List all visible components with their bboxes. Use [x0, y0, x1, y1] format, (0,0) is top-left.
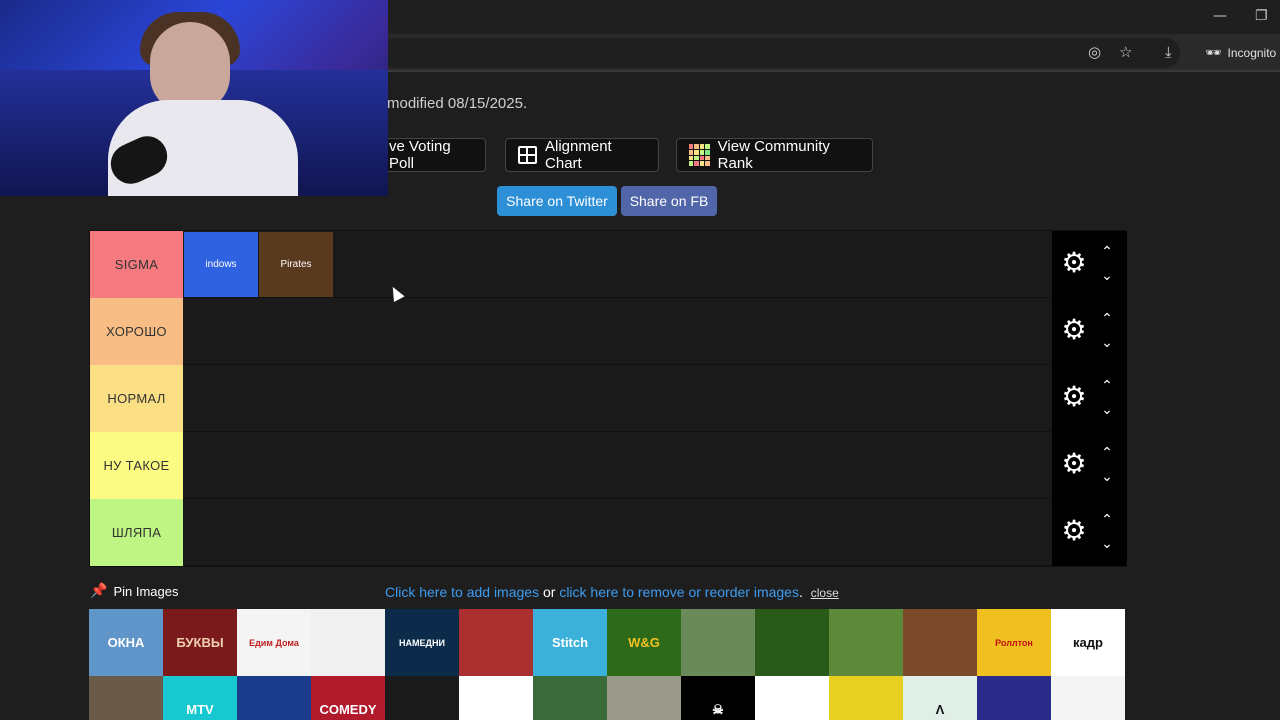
- minimize-button[interactable]: —: [1213, 8, 1227, 24]
- grid-icon: [518, 146, 538, 164]
- pool-image[interactable]: Едим Дома: [237, 609, 311, 676]
- pool-image[interactable]: [89, 676, 163, 720]
- share-facebook-button[interactable]: Share on FB: [621, 186, 717, 216]
- tier-row: НОРМАЛ ⚙ ⌃ ⌄: [90, 365, 1127, 432]
- close-link[interactable]: close: [811, 586, 839, 600]
- tier-row: SIGMA ⚙ ⌃ ⌄ indows Pirates: [90, 231, 1127, 298]
- pool-image[interactable]: [533, 676, 607, 720]
- chevron-down-icon[interactable]: ⌄: [1098, 470, 1116, 484]
- image-pool: ОКНА БУКВЫ Едим Дома НАМЕДНИ Stitch W&G Роллто…: [89, 609, 1126, 720]
- pool-image[interactable]: [459, 609, 533, 676]
- image-links: Click here to add images or click here t…: [385, 584, 839, 600]
- incognito-indicator[interactable]: 🕶 Incognito: [1195, 37, 1277, 69]
- pool-image[interactable]: [755, 676, 829, 720]
- tier-row: ХОРОШО ⚙ ⌃ ⌄: [90, 298, 1127, 365]
- chevron-down-icon[interactable]: ⌄: [1098, 537, 1116, 551]
- voting-poll-label: ve Voting Poll: [389, 138, 451, 172]
- download-icon[interactable]: ⤓: [1165, 43, 1172, 61]
- webcam-overlay: [0, 0, 388, 196]
- gear-icon[interactable]: ⚙: [1060, 316, 1088, 344]
- pool-image[interactable]: [459, 676, 533, 720]
- chevron-up-icon[interactable]: ⌃: [1098, 513, 1116, 527]
- pool-image[interactable]: [237, 676, 311, 720]
- pool-image[interactable]: MTV: [163, 676, 237, 720]
- pool-image[interactable]: Stitch: [533, 609, 607, 676]
- gear-icon[interactable]: ⚙: [1060, 249, 1088, 277]
- pool-image[interactable]: [755, 609, 829, 676]
- pool-image[interactable]: Роллтон: [977, 609, 1051, 676]
- pool-image[interactable]: [977, 676, 1051, 720]
- tier-controls: ⚙ ⌃ ⌄: [1052, 499, 1127, 566]
- tier-controls: ⚙ ⌃ ⌄: [1052, 365, 1127, 432]
- alignment-chart-label: Alignment Chart: [545, 138, 612, 172]
- tier-controls: ⚙ ⌃ ⌄: [1052, 298, 1127, 365]
- rank-grid-icon: [689, 144, 710, 166]
- period-text: .: [798, 584, 803, 600]
- tier-controls: ⚙ ⌃ ⌄: [1052, 432, 1127, 499]
- chevron-up-icon[interactable]: ⌃: [1098, 312, 1116, 326]
- gear-icon[interactable]: ⚙: [1060, 517, 1088, 545]
- pool-image[interactable]: [385, 676, 459, 720]
- tier-label[interactable]: ШЛЯПА: [90, 499, 183, 566]
- pool-image[interactable]: [1051, 676, 1125, 720]
- chevron-down-icon[interactable]: ⌄: [1098, 403, 1116, 417]
- tier-row: ШЛЯПА ⚙ ⌃ ⌄: [90, 499, 1127, 566]
- pool-image[interactable]: кадр: [1051, 609, 1125, 676]
- or-text: or: [539, 584, 560, 600]
- chevron-down-icon[interactable]: ⌄: [1098, 336, 1116, 350]
- add-images-link[interactable]: Click here to add images: [385, 584, 539, 600]
- modified-date: modified 08/15/2025.: [387, 95, 528, 112]
- tier-label[interactable]: НОРМАЛ: [90, 365, 183, 432]
- tier-item-pirates-caribbean[interactable]: Pirates: [259, 232, 333, 297]
- star-icon[interactable]: ☆: [1119, 43, 1132, 61]
- pin-icon: 📌: [90, 583, 108, 599]
- pin-images-toggle[interactable]: 📌 Pin Images: [90, 583, 178, 599]
- tier-item-windows-xp[interactable]: indows: [184, 232, 258, 297]
- address-bar[interactable]: [380, 38, 1180, 68]
- pool-image[interactable]: COMEDY: [311, 676, 385, 720]
- pool-image[interactable]: [311, 609, 385, 676]
- pool-image[interactable]: НАМЕДНИ: [385, 609, 459, 676]
- pool-image[interactable]: [829, 676, 903, 720]
- pool-image[interactable]: [829, 609, 903, 676]
- community-rank-button[interactable]: View Community Rank: [676, 138, 873, 172]
- chevron-up-icon[interactable]: ⌃: [1098, 379, 1116, 393]
- pool-image[interactable]: Λ: [903, 676, 977, 720]
- chevron-up-icon[interactable]: ⌃: [1098, 245, 1116, 259]
- restore-button[interactable]: ❐: [1255, 8, 1268, 24]
- remove-reorder-link[interactable]: click here to remove or reorder images: [559, 584, 799, 600]
- community-rank-label: View Community Rank: [717, 138, 830, 172]
- tier-row: НУ ТАКОЕ ⚙ ⌃ ⌄: [90, 432, 1127, 499]
- chevron-up-icon[interactable]: ⌃: [1098, 446, 1116, 460]
- pool-image[interactable]: [607, 676, 681, 720]
- gear-icon[interactable]: ⚙: [1060, 450, 1088, 478]
- share-twitter-button[interactable]: Share on Twitter: [497, 186, 617, 216]
- eye-off-icon[interactable]: ◎: [1088, 43, 1101, 61]
- gear-icon[interactable]: ⚙: [1060, 383, 1088, 411]
- pool-image[interactable]: W&G: [607, 609, 681, 676]
- pool-image[interactable]: ОКНА: [89, 609, 163, 676]
- pool-image[interactable]: ☠: [681, 676, 755, 720]
- pool-image[interactable]: [681, 609, 755, 676]
- incognito-label: Incognito: [1227, 46, 1277, 60]
- tier-controls: ⚙ ⌃ ⌄: [1052, 231, 1127, 298]
- incognito-icon: 🕶: [1205, 45, 1222, 60]
- tier-label[interactable]: ХОРОШО: [90, 298, 183, 365]
- chevron-down-icon[interactable]: ⌄: [1098, 269, 1116, 283]
- voting-poll-button[interactable]: ve Voting Poll: [376, 138, 486, 172]
- alignment-chart-button[interactable]: Alignment Chart: [505, 138, 659, 172]
- tier-list: SIGMA ⚙ ⌃ ⌄ indows Pirates ХОРОШО ⚙ ⌃ ⌄ НОРМАЛ ⚙ ⌃ ⌄ Н…: [89, 230, 1127, 567]
- pin-images-label: Pin Images: [113, 583, 179, 599]
- tier-label[interactable]: НУ ТАКОЕ: [90, 432, 183, 499]
- tier-label[interactable]: SIGMA: [90, 231, 183, 298]
- pool-image[interactable]: [903, 609, 977, 676]
- pool-image[interactable]: БУКВЫ: [163, 609, 237, 676]
